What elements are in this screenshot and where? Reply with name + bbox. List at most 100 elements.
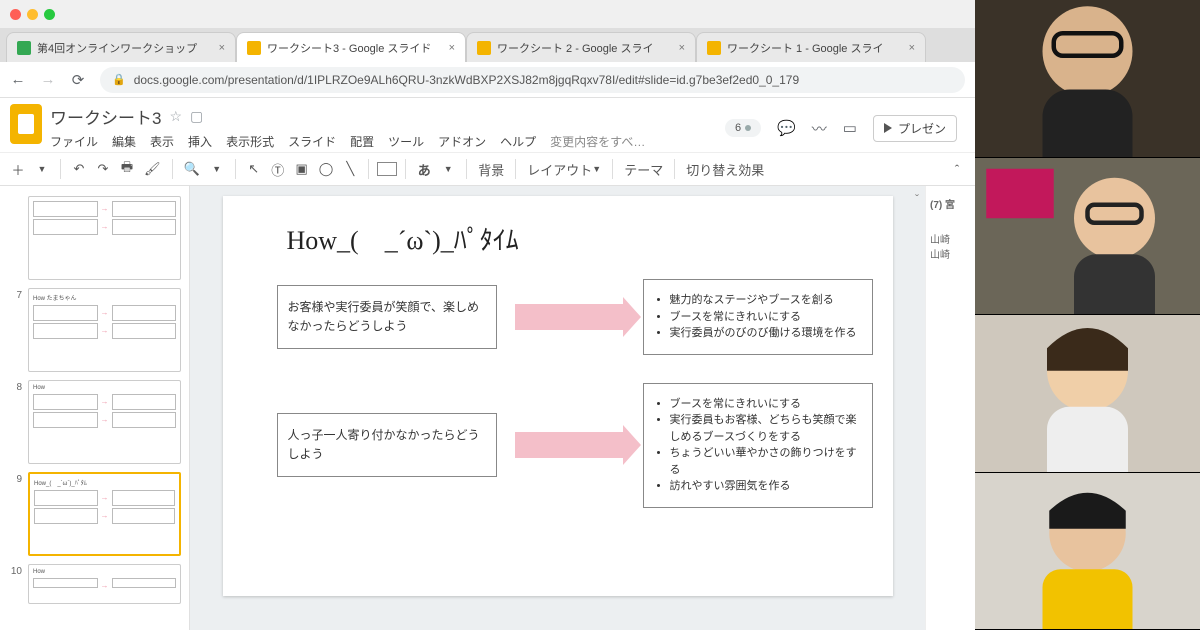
paint-format-button[interactable]: 🖌 bbox=[141, 158, 164, 180]
close-icon[interactable]: × bbox=[449, 42, 455, 54]
slides-logo-icon[interactable] bbox=[10, 104, 42, 144]
slide-title: How_( _´ω`)_ﾊﾟﾀｲﾑ bbox=[287, 220, 863, 257]
play-icon bbox=[884, 123, 892, 133]
browser-tabstrip: 第4回オンラインワークショップ × ワークシート3 - Google スライド … bbox=[0, 28, 975, 62]
line-tool[interactable]: ╲ bbox=[340, 158, 360, 180]
star-icon[interactable]: ☆ bbox=[169, 108, 182, 125]
close-icon[interactable]: × bbox=[679, 42, 685, 54]
input-tool[interactable]: あ bbox=[414, 158, 434, 180]
thumb-7[interactable]: How たまちゃん →→ bbox=[28, 288, 181, 372]
chevron-down-icon[interactable]: ▼ bbox=[438, 158, 458, 180]
presence-dot-icon bbox=[745, 125, 751, 131]
workspace: →→ 7 How たまちゃん →→ 8 How →→ 9 How_( _´ω`)… bbox=[0, 186, 975, 630]
tab-label: ワークシート3 - Google スライド bbox=[267, 40, 443, 56]
thumb-8[interactable]: How →→ bbox=[28, 380, 181, 464]
slides-favicon-icon bbox=[247, 41, 261, 55]
notes-heading: (7) 宮 bbox=[930, 196, 971, 211]
undo-button[interactable]: ↶ bbox=[69, 158, 89, 180]
collapse-icon[interactable]: ˆ bbox=[947, 158, 967, 180]
slide-row-2: 人っ子一人寄り付かなかったらどうしよう ブースを常にきれいにする 実行委員もお客… bbox=[277, 383, 863, 508]
window-titlebar bbox=[0, 0, 975, 28]
forward-icon[interactable]: → bbox=[40, 71, 56, 88]
select-tool[interactable]: ↖ bbox=[244, 158, 264, 180]
slide-thumbnails[interactable]: →→ 7 How たまちゃん →→ 8 How →→ 9 How_( _´ω`)… bbox=[0, 186, 190, 630]
url-text: docs.google.com/presentation/d/1IPLRZOe9… bbox=[134, 73, 799, 87]
menu-edit[interactable]: 編集 bbox=[112, 133, 136, 150]
video-participant-2[interactable] bbox=[975, 158, 1200, 316]
menubar: ファイル 編集 表示 挿入 表示形式 スライド 配置 ツール アドオン ヘルプ … bbox=[50, 131, 717, 152]
thumb-10[interactable]: How → bbox=[28, 564, 181, 604]
menu-addons[interactable]: アドオン bbox=[438, 133, 486, 150]
comment-button[interactable] bbox=[377, 162, 397, 176]
present-button[interactable]: プレゼン bbox=[873, 115, 957, 142]
close-dot[interactable] bbox=[10, 9, 21, 20]
folder-icon[interactable]: ▢ bbox=[190, 108, 203, 125]
layout-button[interactable]: レイアウト ▼ bbox=[524, 158, 604, 180]
tab-2[interactable]: ワークシート 2 - Google スライ × bbox=[466, 32, 696, 62]
toolbar: ＋▼ ↶ ↷ 🖶 🖌 🔍▼ ↖ Ⓣ ▣ ◯ ╲ あ▼ 背景 レイアウト ▼ テー… bbox=[0, 152, 975, 186]
menu-file[interactable]: ファイル bbox=[50, 133, 98, 150]
doc-header: ワークシート3 ☆ ▢ ファイル 編集 表示 挿入 表示形式 スライド 配置 ツ… bbox=[0, 98, 975, 152]
theme-button[interactable]: テーマ bbox=[621, 158, 666, 180]
comment-icon[interactable]: 💬 bbox=[777, 119, 796, 137]
thumb-6[interactable]: →→ bbox=[28, 196, 181, 280]
meet-icon[interactable]: ▭ bbox=[843, 119, 857, 137]
slides-favicon-icon bbox=[477, 41, 491, 55]
video-participant-3[interactable] bbox=[975, 315, 1200, 473]
menu-slide[interactable]: スライド bbox=[288, 133, 336, 150]
textbox-tool[interactable]: Ⓣ bbox=[268, 158, 288, 180]
presence-chip[interactable]: 6 bbox=[725, 119, 761, 137]
background-button[interactable]: 背景 bbox=[475, 158, 507, 180]
minimize-dot[interactable] bbox=[27, 9, 38, 20]
shape-tool[interactable]: ◯ bbox=[316, 158, 337, 180]
close-icon[interactable]: × bbox=[909, 42, 915, 54]
tab-1[interactable]: ワークシート3 - Google スライド × bbox=[236, 32, 466, 62]
zoom-dot[interactable] bbox=[44, 9, 55, 20]
tab-label: ワークシート 1 - Google スライ bbox=[727, 40, 903, 56]
notes-line: 山崎 bbox=[930, 246, 971, 261]
print-button[interactable]: 🖶 bbox=[117, 158, 137, 180]
arrow-icon bbox=[515, 304, 625, 330]
video-participant-1[interactable] bbox=[975, 0, 1200, 158]
arrow-icon bbox=[515, 432, 625, 458]
doc-title[interactable]: ワークシート3 bbox=[50, 104, 161, 129]
left-box-2[interactable]: 人っ子一人寄り付かなかったらどうしよう bbox=[277, 413, 497, 477]
menu-view[interactable]: 表示 bbox=[150, 133, 174, 150]
notes-line: 山崎 bbox=[930, 231, 971, 246]
back-icon[interactable]: ← bbox=[10, 71, 26, 88]
side-panel: (7) 宮 山崎 山崎 bbox=[925, 186, 975, 630]
tab-0[interactable]: 第4回オンラインワークショップ × bbox=[6, 32, 236, 62]
slides-favicon-icon bbox=[707, 41, 721, 55]
chevron-down-icon[interactable]: ˇ bbox=[915, 192, 919, 206]
chevron-down-icon[interactable]: ▼ bbox=[207, 158, 227, 180]
menu-format[interactable]: 表示形式 bbox=[226, 133, 274, 150]
slide-canvas[interactable]: How_( _´ω`)_ﾊﾟﾀｲﾑ お客様や実行委員が笑顔で、楽しめなかったらど… bbox=[223, 196, 893, 596]
slide-row-1: お客様や実行委員が笑顔で、楽しめなかったらどうしよう 魅力的なステージやブースを… bbox=[277, 279, 863, 355]
tab-label: 第4回オンラインワークショップ bbox=[37, 40, 213, 56]
menu-insert[interactable]: 挿入 bbox=[188, 133, 212, 150]
lock-icon: 🔒 bbox=[112, 73, 126, 86]
zoom-button[interactable]: 🔍 bbox=[181, 158, 203, 180]
activity-icon[interactable]: 〰 bbox=[812, 118, 827, 139]
video-participant-4[interactable] bbox=[975, 473, 1200, 630]
browser-addressbar: ← → ⟳ 🔒 docs.google.com/presentation/d/1… bbox=[0, 62, 975, 98]
tab-3[interactable]: ワークシート 1 - Google スライ × bbox=[696, 32, 926, 62]
image-tool[interactable]: ▣ bbox=[292, 158, 312, 180]
right-box-2[interactable]: ブースを常にきれいにする 実行委員もお客様、どちらも笑顔で楽しめるブースづくりを… bbox=[643, 383, 873, 508]
url-field[interactable]: 🔒 docs.google.com/presentation/d/1IPLRZO… bbox=[100, 67, 965, 93]
close-icon[interactable]: × bbox=[219, 42, 225, 54]
thumb-9[interactable]: How_( _´ω`)_ﾊﾟﾀﾑ →→ bbox=[28, 472, 181, 556]
redo-button[interactable]: ↷ bbox=[93, 158, 113, 180]
right-box-1[interactable]: 魅力的なステージやブースを創る ブースを常にきれいにする 実行委員がのびのび働け… bbox=[643, 279, 873, 355]
menu-tools[interactable]: ツール bbox=[388, 133, 424, 150]
menu-arrange[interactable]: 配置 bbox=[350, 133, 374, 150]
new-slide-button[interactable]: ＋ bbox=[8, 158, 28, 180]
save-status: 変更内容をすべ… bbox=[550, 133, 645, 150]
left-box-1[interactable]: お客様や実行委員が笑顔で、楽しめなかったらどうしよう bbox=[277, 285, 497, 349]
chevron-down-icon[interactable]: ▼ bbox=[32, 158, 52, 180]
transition-button[interactable]: 切り替え効果 bbox=[683, 158, 767, 180]
menu-help[interactable]: ヘルプ bbox=[500, 133, 536, 150]
video-call-panel bbox=[975, 0, 1200, 630]
reload-icon[interactable]: ⟳ bbox=[70, 71, 86, 89]
slides-favicon-icon bbox=[17, 41, 31, 55]
